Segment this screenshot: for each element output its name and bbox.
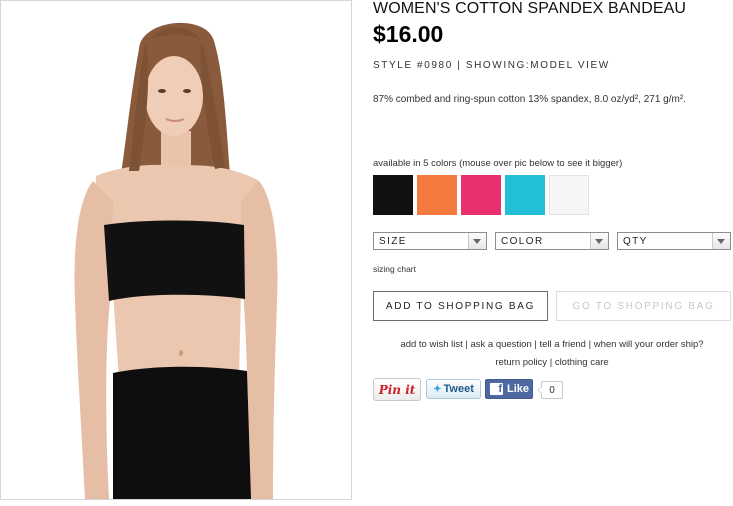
swatch-white[interactable] <box>549 175 589 215</box>
size-select[interactable]: SIZE <box>373 232 487 250</box>
facebook-icon: f <box>490 383 503 395</box>
swatch-orange[interactable] <box>417 175 457 215</box>
link-separator: | <box>585 339 594 350</box>
twitter-bird-icon: ✦ <box>433 383 442 395</box>
product-price: $16.00 <box>373 21 444 47</box>
pin-label: Pin it <box>378 382 416 397</box>
size-select-label: SIZE <box>379 236 407 247</box>
product-photo[interactable] <box>0 0 352 500</box>
color-select-label: COLOR <box>501 236 544 247</box>
facebook-like-button[interactable]: f Like <box>485 379 533 399</box>
swatch-turquoise[interactable] <box>505 175 545 215</box>
chevron-down-icon[interactable] <box>712 233 730 249</box>
ask-question-link[interactable]: ask a question <box>470 339 531 350</box>
swatch-pink[interactable] <box>461 175 501 215</box>
add-to-bag-button[interactable]: ADD TO SHOPPING BAG <box>373 291 548 321</box>
go-to-bag-button[interactable]: GO TO SHOPPING BAG <box>556 291 731 321</box>
style-meta: STYLE #0980 | SHOWING:MODEL VIEW <box>373 60 610 71</box>
order-ship-link[interactable]: when will your order ship? <box>594 339 704 350</box>
swatch-black[interactable] <box>373 175 413 215</box>
link-separator: | <box>531 339 540 350</box>
return-policy-link[interactable]: return policy <box>495 357 547 368</box>
tell-friend-link[interactable]: tell a friend <box>540 339 586 350</box>
color-swatches <box>373 175 589 215</box>
tweet-label: Tweet <box>443 383 474 395</box>
qty-select[interactable]: QTY <box>617 232 731 250</box>
product-description: 87% combed and ring-spun cotton 13% span… <box>373 94 686 105</box>
chevron-down-icon[interactable] <box>468 233 486 249</box>
link-separator: | <box>547 357 555 368</box>
product-links: add to wish list | ask a question | tell… <box>373 336 731 372</box>
wish-list-link[interactable]: add to wish list <box>400 339 462 350</box>
model-image <box>1 1 351 499</box>
clothing-care-link[interactable]: clothing care <box>555 357 609 368</box>
color-select[interactable]: COLOR <box>495 232 609 250</box>
sizing-chart-link[interactable]: sizing chart <box>373 264 416 274</box>
chevron-down-icon[interactable] <box>590 233 608 249</box>
available-colors-text: available in 5 colors (mouse over pic be… <box>373 158 623 169</box>
product-title: WOMEN'S COTTON SPANDEX BANDEAU <box>373 0 687 17</box>
tweet-button[interactable]: ✦ Tweet <box>426 379 481 399</box>
like-count: 0 <box>537 381 563 399</box>
qty-select-label: QTY <box>623 236 648 247</box>
like-label: Like <box>507 383 530 395</box>
pinterest-button[interactable]: Pin it <box>373 378 421 401</box>
